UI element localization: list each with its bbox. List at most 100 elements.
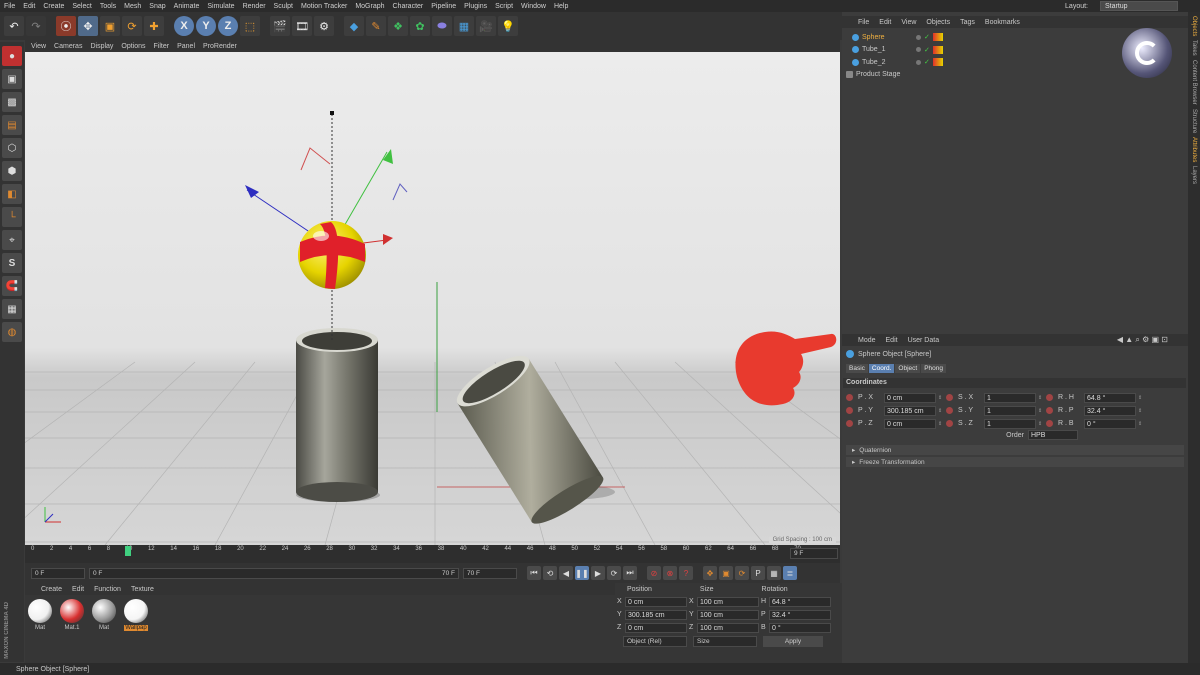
apply-button[interactable]: Apply: [763, 636, 823, 647]
viewport-menu-options[interactable]: Options: [121, 43, 145, 50]
rotate-icon[interactable]: ⟳: [122, 16, 142, 36]
edges-mode-icon[interactable]: ⬢: [2, 161, 22, 181]
object-visibility-tags[interactable]: ✓: [916, 31, 976, 44]
make-editable-icon[interactable]: ●: [2, 46, 22, 66]
stepper-icon[interactable]: ⇕: [1138, 408, 1144, 414]
stepper-icon[interactable]: ⇕: [938, 395, 944, 401]
polygons-mode-icon[interactable]: ◧: [2, 184, 22, 204]
timeline[interactable]: 0246810121416182022242628303234363840424…: [25, 545, 840, 563]
keyframe-dot-icon[interactable]: [1046, 394, 1053, 401]
menu-item-select[interactable]: Select: [72, 3, 91, 10]
object-menu-objects[interactable]: Objects: [926, 19, 950, 26]
order-dropdown[interactable]: HPB: [1028, 430, 1078, 440]
visibility-dot-icon[interactable]: [916, 34, 921, 40]
material-tag-icon[interactable]: [932, 33, 943, 42]
keyframe-selection-icon[interactable]: ?: [679, 566, 693, 580]
coord-size-field[interactable]: 100 cm: [697, 596, 759, 607]
object-row[interactable]: Product Stage: [846, 69, 946, 82]
menu-item-plugins[interactable]: Plugins: [464, 3, 487, 10]
side-tab-objects[interactable]: Objects: [1191, 16, 1197, 36]
keyframe-dot-icon[interactable]: [946, 407, 953, 414]
coord-mode-dropdown[interactable]: Object (Rel): [623, 636, 687, 647]
pla-key-icon[interactable]: ▦: [767, 566, 781, 580]
layout-selector[interactable]: Layout: Startup: [1065, 1, 1186, 11]
timeline-window-icon[interactable]: ≣: [783, 566, 797, 580]
keyframe-dot-icon[interactable]: [1046, 420, 1053, 427]
menu-item-animate[interactable]: Animate: [174, 3, 200, 10]
go-to-start-icon[interactable]: ⏮: [527, 566, 541, 580]
visibility-dot-icon[interactable]: [916, 47, 921, 53]
scale-icon[interactable]: ▣: [100, 16, 120, 36]
previous-frame-icon[interactable]: ◀: [559, 566, 573, 580]
menu-item-mesh[interactable]: Mesh: [124, 3, 141, 10]
go-to-end-icon[interactable]: ⏭: [623, 566, 637, 580]
pen-icon[interactable]: ✎: [366, 16, 386, 36]
keyframe-dot-icon[interactable]: [1046, 407, 1053, 414]
stepper-icon[interactable]: ⇕: [938, 421, 944, 427]
position-field[interactable]: 0 cm: [884, 392, 936, 403]
coord-pos-field[interactable]: 300.185 cm: [625, 609, 687, 620]
viewport-menu-panel[interactable]: Panel: [177, 43, 195, 50]
viewport-menu-filter[interactable]: Filter: [154, 43, 170, 50]
points-mode-icon[interactable]: ⬡: [2, 138, 22, 158]
material-swatch[interactable]: Mat: [27, 599, 53, 631]
coord-size-field[interactable]: 100 cm: [697, 609, 759, 620]
x-axis-icon[interactable]: X: [174, 16, 194, 36]
deformer-icon[interactable]: ⬬: [432, 16, 452, 36]
stepper-icon[interactable]: ⇕: [1038, 421, 1044, 427]
record-active-icon[interactable]: ⊘: [647, 566, 661, 580]
menu-item-character[interactable]: Character: [393, 3, 424, 10]
material-menu-function[interactable]: Function: [94, 586, 121, 593]
material-menu-texture[interactable]: Texture: [131, 586, 154, 593]
object-menu-edit[interactable]: Edit: [879, 19, 891, 26]
cube-icon[interactable]: ◆: [344, 16, 364, 36]
parameter-key-icon[interactable]: P: [751, 566, 765, 580]
rotation-field[interactable]: 0 °: [1084, 418, 1136, 429]
menu-item-render[interactable]: Render: [243, 3, 266, 10]
coord-rot-field[interactable]: 0 °: [769, 622, 831, 633]
viewport-menu-cameras[interactable]: Cameras: [54, 43, 82, 50]
floor-icon[interactable]: ▦: [454, 16, 474, 36]
coord-rot-field[interactable]: 64.8 °: [769, 596, 831, 607]
viewport-menu-prorender[interactable]: ProRender: [203, 43, 237, 50]
viewport-menu-view[interactable]: View: [31, 43, 46, 50]
side-tab-layers[interactable]: Layers: [1191, 166, 1197, 184]
cloner-icon[interactable]: ✿: [410, 16, 430, 36]
scale-field[interactable]: 1: [984, 405, 1036, 416]
attribute-menu-edit[interactable]: Edit: [886, 337, 898, 344]
lock-workplane-icon[interactable]: ▦: [2, 299, 22, 319]
position-field[interactable]: 300.185 cm: [884, 405, 936, 416]
side-tab-content-browser[interactable]: Content Browser: [1191, 60, 1197, 105]
collapsible-quaternion[interactable]: ▸ Quaternion: [846, 445, 1184, 455]
render-picture-viewer-icon[interactable]: 🎞: [292, 16, 312, 36]
snap-icon[interactable]: S: [2, 253, 22, 273]
live-selection-icon[interactable]: ⦿: [56, 16, 76, 36]
render-view-icon[interactable]: 🎬: [270, 16, 290, 36]
tab-object[interactable]: Object: [895, 364, 921, 373]
scale-field[interactable]: 1: [984, 418, 1036, 429]
add-icon[interactable]: ✚: [144, 16, 164, 36]
object-menu-tags[interactable]: Tags: [960, 19, 975, 26]
size-mode-dropdown[interactable]: Size: [693, 636, 757, 647]
texture-mode-icon[interactable]: ▩: [2, 92, 22, 112]
start-frame-field[interactable]: 0 F: [31, 567, 85, 579]
scale-key-icon[interactable]: ▣: [719, 566, 733, 580]
collapsible-freeze-transformation[interactable]: ▸ Freeze Transformation: [846, 457, 1184, 467]
side-tab-structure[interactable]: Structure: [1191, 109, 1197, 133]
y-axis-icon[interactable]: Y: [196, 16, 216, 36]
stepper-icon[interactable]: ⇕: [1138, 421, 1144, 427]
material-swatch[interactable]: Mat: [91, 599, 117, 631]
light-icon[interactable]: 💡: [498, 16, 518, 36]
axis-mode-icon[interactable]: └: [2, 207, 22, 227]
layout-dropdown[interactable]: Startup: [1100, 1, 1178, 11]
material-menu-create[interactable]: Create: [41, 586, 62, 593]
menu-item-edit[interactable]: Edit: [23, 3, 35, 10]
workplane-icon[interactable]: ▤: [2, 115, 22, 135]
attribute-menu-user-data[interactable]: User Data: [908, 337, 940, 344]
coord-pos-field[interactable]: 0 cm: [625, 596, 687, 607]
current-frame-marker[interactable]: [125, 546, 131, 556]
side-tab-attributes[interactable]: Attributes: [1191, 137, 1197, 162]
check-icon[interactable]: ✓: [924, 58, 930, 66]
coord-pos-field[interactable]: 0 cm: [625, 622, 687, 633]
keyframe-dot-icon[interactable]: [846, 407, 853, 414]
